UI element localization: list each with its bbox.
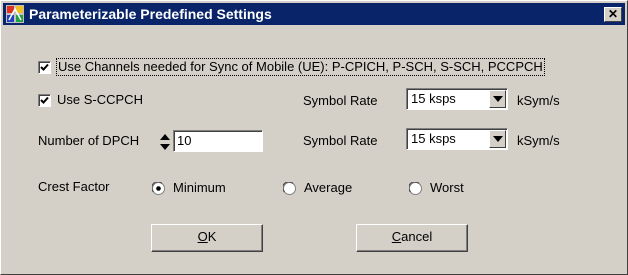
sync-channels-check-box[interactable] <box>38 60 51 74</box>
s-ccpch-unit-label: kSym/s <box>517 93 560 108</box>
dpch-symbol-rate-label: Symbol Rate <box>303 133 378 148</box>
s-ccpch-check-box[interactable] <box>38 93 51 107</box>
dpch-unit-label: kSym/s <box>517 133 560 148</box>
crest-minimum-label: Minimum <box>173 180 226 195</box>
triangle-down-icon <box>493 96 503 102</box>
crest-average-radio[interactable]: Average <box>283 179 352 197</box>
app-icon <box>6 5 24 23</box>
crest-worst-label: Worst <box>430 180 464 195</box>
triangle-down-icon <box>493 136 503 142</box>
dpch-count-label: Number of DPCH <box>38 133 140 148</box>
dpch-dropdown-button[interactable] <box>489 130 506 148</box>
s-ccpch-symbol-rate-label: Symbol Rate <box>303 93 378 108</box>
checkmark-icon <box>40 63 49 71</box>
s-ccpch-checkbox[interactable]: Use S-CCPCH <box>38 91 143 109</box>
dpch-symbol-rate-value: 15 ksps <box>411 131 456 146</box>
ok-label: K <box>207 229 217 244</box>
radio-selected-icon[interactable] <box>152 181 165 195</box>
crest-worst-radio[interactable]: Worst <box>409 179 464 197</box>
up-down-arrows-icon[interactable] <box>159 132 171 152</box>
ok-accelerator: O <box>197 229 208 244</box>
crest-factor-label: Crest Factor <box>38 179 110 194</box>
dpch-count-value: 10 <box>177 133 192 148</box>
close-icon: ✕ <box>607 7 619 21</box>
crest-average-label: Average <box>304 180 353 195</box>
crest-minimum-radio[interactable]: Minimum <box>152 179 226 197</box>
ok-button[interactable]: OK <box>151 224 263 252</box>
s-ccpch-label: Use S-CCPCH <box>57 92 143 107</box>
s-ccpch-symbol-rate-value: 15 ksps <box>411 91 456 106</box>
dpch-symbol-rate-select[interactable]: 15 ksps <box>406 128 508 150</box>
s-ccpch-dropdown-button[interactable] <box>489 90 506 108</box>
cancel-button[interactable]: Cancel <box>356 224 468 252</box>
dialog-window: Parameterizable Predefined Settings ✕ Us… <box>0 0 628 275</box>
sync-channels-checkbox[interactable]: Use Channels needed for Sync of Mobile (… <box>38 58 545 76</box>
cancel-label: ancel <box>401 229 433 244</box>
dpch-count-input[interactable]: 10 <box>173 130 263 152</box>
window-title: Parameterizable Predefined Settings <box>29 6 272 22</box>
s-ccpch-symbol-rate-select[interactable]: 15 ksps <box>406 88 508 110</box>
checkmark-icon <box>40 96 49 104</box>
radio-unselected-icon[interactable] <box>283 181 296 195</box>
title-bar[interactable]: Parameterizable Predefined Settings ✕ <box>3 3 625 25</box>
radio-unselected-icon[interactable] <box>409 181 422 195</box>
cancel-accelerator: C <box>391 229 402 244</box>
sync-channels-label: Use Channels needed for Sync of Mobile (… <box>56 58 545 76</box>
close-button[interactable]: ✕ <box>604 7 622 22</box>
